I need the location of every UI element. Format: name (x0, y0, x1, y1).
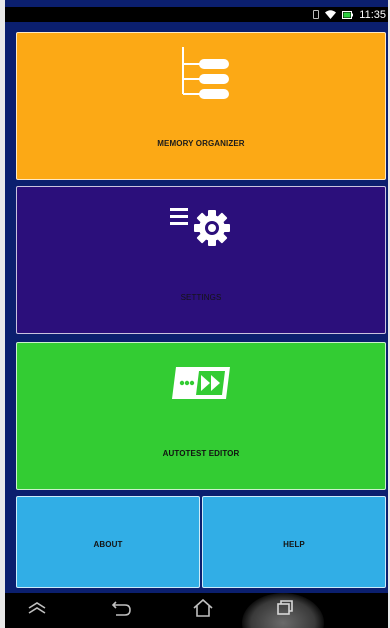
main-menu: MEMORY ORGANIZER SETTINGS AUTOTEST EDITO… (5, 22, 388, 593)
memory-organizer-button[interactable]: MEMORY ORGANIZER (16, 32, 386, 180)
settings-gear-icon (166, 205, 236, 254)
help-label: HELP (283, 540, 305, 549)
about-label: ABOUT (93, 540, 123, 549)
menu-up-icon (27, 601, 47, 620)
back-button[interactable] (101, 593, 141, 628)
recent-apps-icon (275, 599, 295, 622)
status-icons: 11:35 (313, 7, 386, 22)
help-button[interactable]: HELP (202, 496, 386, 588)
tree-list-icon (169, 45, 233, 106)
home-button[interactable] (181, 593, 225, 628)
settings-label: SETTINGS (180, 293, 222, 302)
battery-icon (342, 10, 354, 19)
app-screen: 11:35 MEMORY ORGANIZER SETTINGS AUTOTEST… (5, 0, 388, 628)
recent-apps-button[interactable] (263, 593, 307, 628)
sim-card-icon (313, 10, 320, 19)
autotest-editor-label: AUTOTEST EDITOR (162, 449, 240, 458)
menu-up-button[interactable] (17, 593, 57, 628)
home-icon (192, 598, 214, 623)
autotest-editor-button[interactable]: AUTOTEST EDITOR (16, 342, 386, 490)
status-bar: 11:35 (5, 7, 388, 22)
wifi-icon (325, 10, 337, 19)
fast-forward-script-icon (170, 365, 232, 406)
settings-button[interactable]: SETTINGS (16, 186, 386, 334)
about-button[interactable]: ABOUT (16, 496, 200, 588)
status-time: 11:35 (359, 8, 386, 21)
memory-organizer-label: MEMORY ORGANIZER (157, 139, 245, 148)
back-icon (110, 599, 132, 622)
